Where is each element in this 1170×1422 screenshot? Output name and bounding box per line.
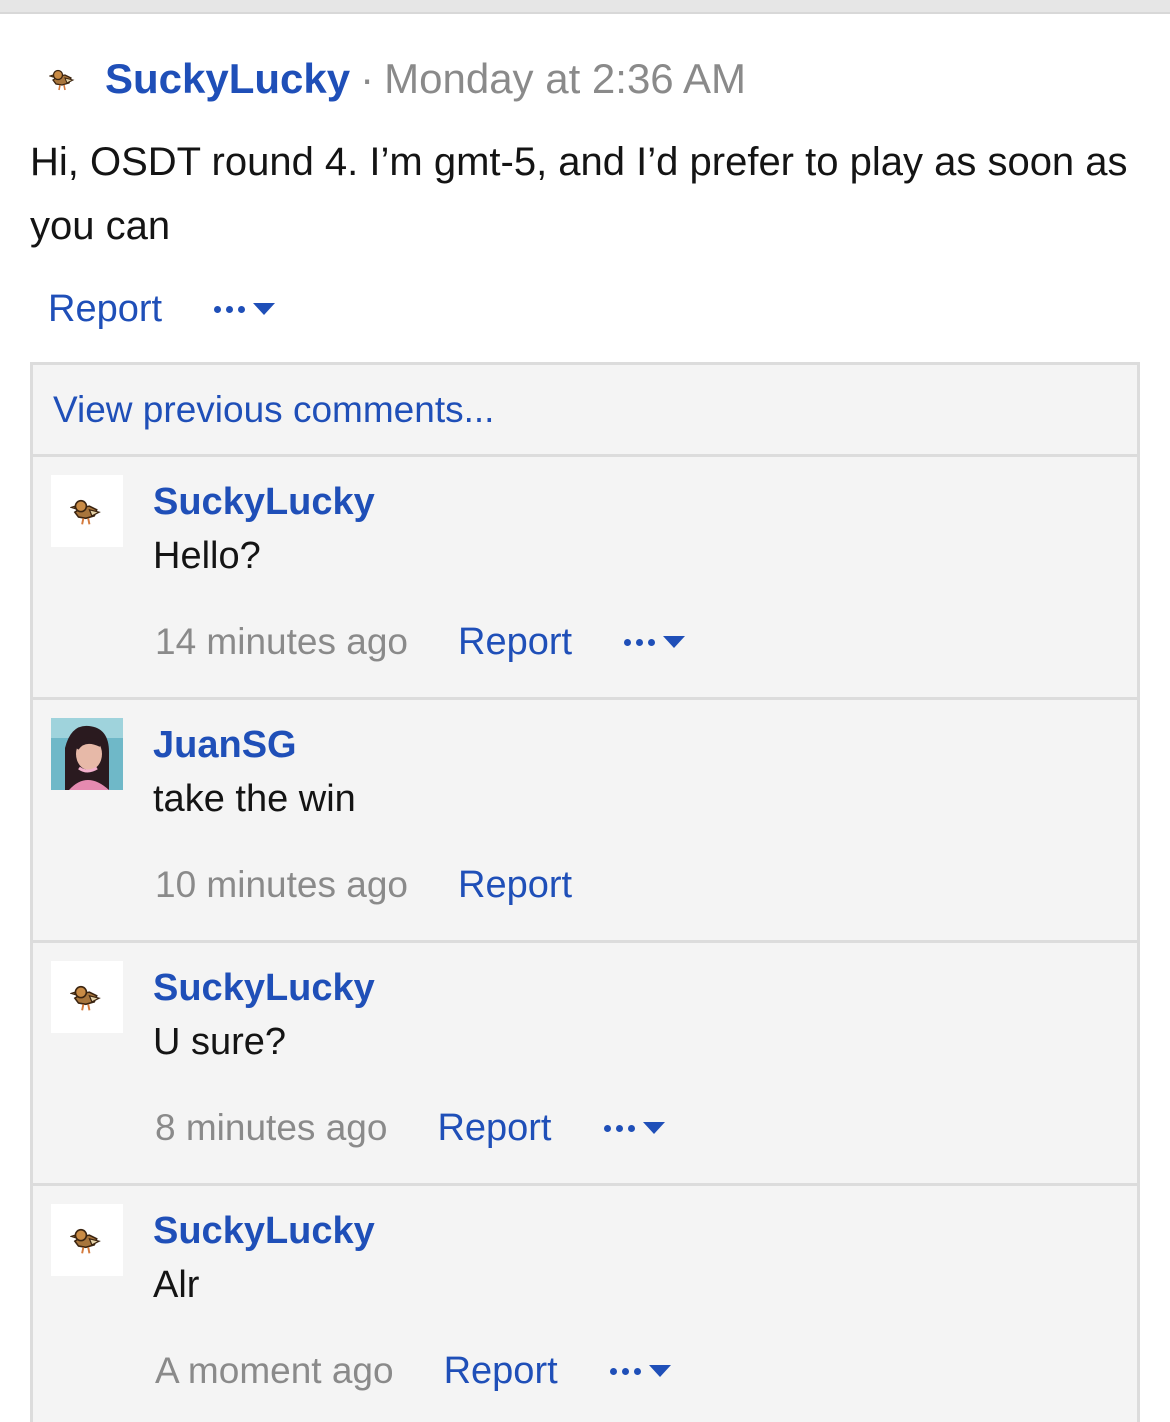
comment-item: SuckyLucky Alr A moment ago Report bbox=[33, 1186, 1137, 1422]
comment-meta: 8 minutes ago Report bbox=[155, 1103, 665, 1153]
pidgey-sprite-icon[interactable] bbox=[51, 475, 123, 547]
comment-meta: 10 minutes ago Report bbox=[155, 860, 572, 910]
caret-down-icon bbox=[642, 1122, 665, 1134]
comment-text: U sure? bbox=[153, 1021, 287, 1063]
comment-more-menu-button[interactable] bbox=[609, 1365, 671, 1377]
pidgey-sprite-icon[interactable] bbox=[51, 1204, 123, 1276]
post-more-menu-button[interactable] bbox=[214, 303, 276, 315]
pidgey-sprite-icon[interactable] bbox=[48, 64, 78, 94]
comments-panel: View previous comments... SuckyLucky Hel… bbox=[30, 362, 1140, 1422]
comment-report-link[interactable]: Report bbox=[458, 864, 572, 907]
post-actions: Report bbox=[48, 284, 276, 334]
comment-text: Alr bbox=[153, 1264, 200, 1306]
comment-meta: A moment ago Report bbox=[155, 1346, 671, 1396]
view-previous-comments: View previous comments... bbox=[33, 365, 1137, 457]
comment-text: take the win bbox=[153, 778, 356, 820]
comment-report-link[interactable]: Report bbox=[444, 1350, 558, 1393]
ellipsis-icon bbox=[609, 1367, 641, 1375]
comment-timestamp[interactable]: A moment ago bbox=[155, 1350, 394, 1392]
comment-more-menu-button[interactable] bbox=[624, 636, 686, 648]
caret-down-icon bbox=[648, 1365, 671, 1377]
post-body-text: Hi, OSDT round 4. I’m gmt-5, and I’d pre… bbox=[30, 140, 1128, 248]
comment-timestamp[interactable]: 14 minutes ago bbox=[155, 621, 408, 663]
ellipsis-icon bbox=[214, 305, 246, 313]
ellipsis-icon bbox=[603, 1124, 635, 1132]
comment-author-link[interactable]: SuckyLucky bbox=[153, 481, 375, 524]
view-previous-comments-link[interactable]: View previous comments... bbox=[53, 389, 494, 431]
post-author-link[interactable]: SuckyLucky bbox=[105, 55, 350, 103]
comment-meta: 14 minutes ago Report bbox=[155, 617, 686, 667]
header-separator: · bbox=[360, 55, 375, 102]
comment-item: SuckyLucky Hello? 14 minutes ago Report bbox=[33, 457, 1137, 700]
comment-timestamp[interactable]: 10 minutes ago bbox=[155, 864, 408, 906]
comment-author-link[interactable]: SuckyLucky bbox=[153, 1210, 375, 1253]
comment-timestamp[interactable]: 8 minutes ago bbox=[155, 1107, 387, 1149]
comment-author-link[interactable]: SuckyLucky bbox=[153, 967, 375, 1010]
ellipsis-icon bbox=[624, 638, 656, 646]
post-header: SuckyLucky · Monday at 2:36 AM bbox=[48, 54, 746, 104]
comment-report-link[interactable]: Report bbox=[437, 1107, 551, 1150]
post-timestamp[interactable]: Monday at 2:36 AM bbox=[384, 55, 746, 103]
comment-item: SuckyLucky U sure? 8 minutes ago Report bbox=[33, 943, 1137, 1186]
caret-down-icon bbox=[663, 636, 686, 648]
profile-photo-avatar[interactable] bbox=[51, 718, 123, 790]
comment-text: Hello? bbox=[153, 535, 261, 577]
comment-item: JuanSG take the win 10 minutes ago Repor… bbox=[33, 700, 1137, 943]
comment-report-link[interactable]: Report bbox=[458, 621, 572, 664]
top-divider-bar bbox=[0, 0, 1170, 14]
pidgey-sprite-icon[interactable] bbox=[51, 961, 123, 1033]
comment-more-menu-button[interactable] bbox=[603, 1122, 665, 1134]
caret-down-icon bbox=[253, 303, 276, 315]
post-report-link[interactable]: Report bbox=[48, 288, 162, 331]
comment-author-link[interactable]: JuanSG bbox=[153, 724, 297, 767]
